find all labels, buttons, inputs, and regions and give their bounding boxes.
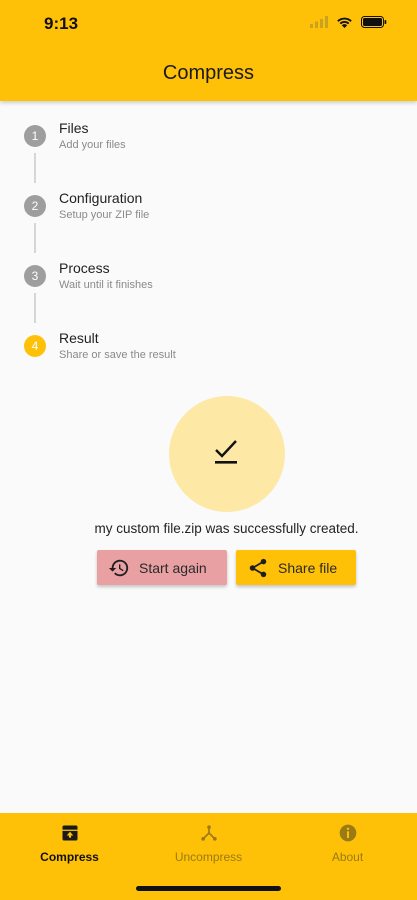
nav-about[interactable]: About <box>278 823 417 864</box>
result-status-circle <box>169 396 285 512</box>
nav-label: Uncompress <box>174 850 243 864</box>
step-subtitle: Add your files <box>59 139 126 151</box>
nav-uncompress[interactable]: Uncompress <box>139 823 278 864</box>
home-indicator <box>136 886 281 891</box>
info-icon <box>339 824 356 842</box>
step-result[interactable]: 4 Result Share or save the result <box>0 326 417 366</box>
status-time: 9:13 <box>44 14 79 33</box>
status-icons <box>310 15 387 33</box>
step-number: 3 <box>24 265 46 287</box>
step-connector <box>34 153 36 183</box>
done-check-icon <box>213 438 241 471</box>
archive-icon <box>62 825 77 841</box>
step-connector <box>34 223 36 253</box>
nav-compress[interactable]: Compress <box>0 823 139 864</box>
start-again-button[interactable]: Start again <box>97 550 227 585</box>
start-again-label: Start again <box>139 559 207 576</box>
history-icon <box>108 559 129 576</box>
step-title: Configuration <box>59 190 143 206</box>
step-title: Files <box>59 120 89 136</box>
result-message: my custom file.zip was successfully crea… <box>94 521 359 536</box>
step-subtitle: Setup your ZIP file <box>59 209 150 221</box>
share-file-button[interactable]: Share file <box>236 550 356 585</box>
share-icon <box>249 558 267 577</box>
step-title: Process <box>59 260 110 276</box>
step-files[interactable]: 1 Files Add your files <box>0 116 417 156</box>
page-title: Compress <box>162 62 255 84</box>
battery-icon <box>361 15 387 33</box>
step-subtitle: Share or save the result <box>59 349 176 361</box>
step-configuration[interactable]: 2 Configuration Setup your ZIP file <box>0 186 417 226</box>
step-title: Result <box>59 330 99 346</box>
nav-label: Compress <box>40 850 99 864</box>
share-file-label: Share file <box>278 559 338 576</box>
app-bar: 9:13 Compress <box>0 0 417 101</box>
signal-icon <box>310 15 328 33</box>
step-number: 2 <box>24 195 46 217</box>
step-number: 4 <box>24 335 46 357</box>
step-number: 1 <box>24 125 46 147</box>
nav-label: About <box>331 850 364 864</box>
wifi-icon <box>336 15 353 33</box>
step-subtitle: Wait until it finishes <box>59 279 153 291</box>
step-process[interactable]: 3 Process Wait until it finishes <box>0 256 417 296</box>
step-connector <box>34 293 36 323</box>
unarchive-icon <box>200 825 217 841</box>
